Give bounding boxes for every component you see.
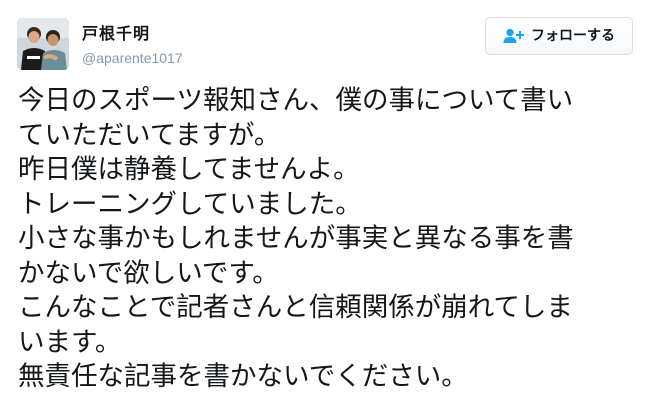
tweet-text-line: かないで欲しいです。 bbox=[18, 257, 279, 289]
display-name[interactable]: 戸根千明 bbox=[82, 24, 183, 44]
tweet-text-line: 無責任な記事を書かないでください。 bbox=[18, 361, 468, 392]
tweet-text-line: 昨日僕は静養してませんよ。 bbox=[18, 154, 360, 185]
tweet-card: 戸根千明 @aparente1017 フォローする 今日のスポーツ報知さん、僕の… bbox=[0, 0, 650, 411]
tweet-text-line: います。 bbox=[18, 326, 122, 358]
tweet-text-line: トレーニングしていました。 bbox=[18, 188, 362, 220]
avatar[interactable] bbox=[17, 18, 69, 70]
avatar-photo-icon bbox=[17, 18, 69, 70]
follow-button[interactable]: フォローする bbox=[485, 17, 633, 55]
tweet-text-line: ていただいてますが。 bbox=[18, 119, 281, 151]
follow-person-plus-icon bbox=[503, 28, 525, 44]
tweet-text-line: こんなことで記者さんと信頼関係が崩れてしま bbox=[18, 292, 573, 323]
tweet-text: 今日のスポーツ報知さん、僕の事について書い ていただいてますが。 昨日僕は静養し… bbox=[18, 84, 638, 395]
user-handle[interactable]: @aparente1017 bbox=[82, 50, 183, 66]
user-info: 戸根千明 @aparente1017 bbox=[82, 24, 183, 66]
tweet-text-line: 小さな事かもしれませんが事実と異なる事を書 bbox=[18, 223, 574, 254]
follow-button-label: フォローする bbox=[531, 28, 615, 44]
tweet-text-line: 今日のスポーツ報知さん、僕の事について書い bbox=[18, 85, 574, 116]
